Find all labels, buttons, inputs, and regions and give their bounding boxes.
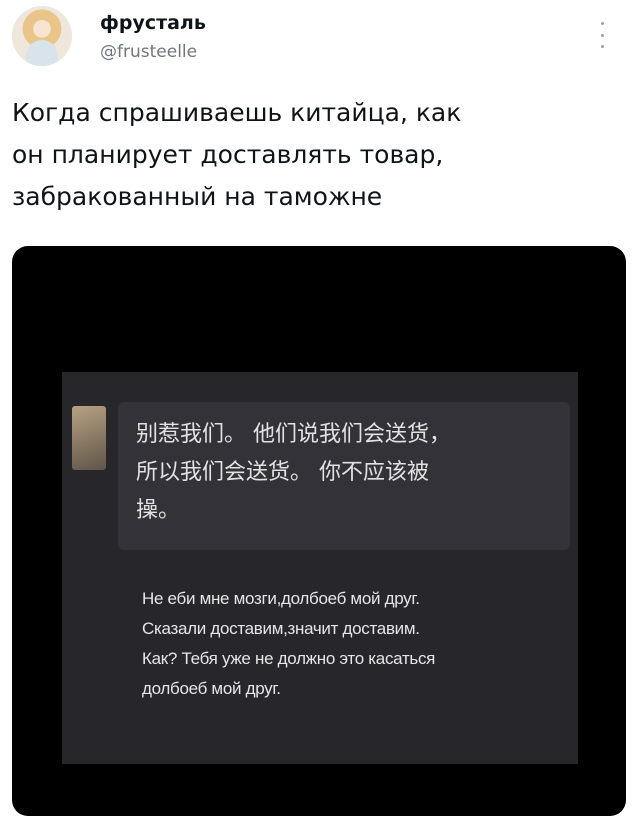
chinese-message: 别惹我们。 他们说我们会送货， 所以我们会送货。 你不应该被 操。: [136, 416, 451, 530]
chinese-message-line: 操。: [136, 498, 181, 523]
chinese-message-line: 别惹我们。 他们说我们会送货，: [136, 422, 451, 447]
chinese-message-line: 所以我们会送货。 你不应该被: [136, 460, 429, 485]
author-avatar[interactable]: [12, 6, 72, 66]
translation-line: Не еби мне мозги,долбоеб мой друг.: [142, 589, 420, 608]
tweet-text-line: Когда спрашиваешь китайца, как: [12, 98, 462, 127]
tweet-media[interactable]: 别惹我们。 他们说我们会送货， 所以我们会送货。 你不应该被 操。 Не еби…: [12, 246, 626, 816]
tweet-text-line: он планирует доставлять товар,: [12, 140, 444, 169]
tweet-text-line: забракованный на таможне: [12, 182, 383, 211]
chat-message-bubble: 别惹我们。 他们说我们会送货， 所以我们会送货。 你不应该被 操。: [118, 402, 570, 550]
more-options-icon[interactable]: [598, 22, 606, 48]
author-handle[interactable]: @frusteelle: [100, 42, 197, 62]
author-display-name[interactable]: фрусталь: [100, 12, 206, 34]
chat-screenshot: 别惹我们。 他们说我们会送货， 所以我们会送货。 你不应该被 操。 Не еби…: [62, 372, 578, 764]
translation-text: Не еби мне мозги,долбоеб мой друг. Сказа…: [142, 584, 435, 704]
tweet-text: Когда спрашиваешь китайца, как он планир…: [12, 92, 612, 218]
translation-line: Как? Тебя уже не должно это касаться: [142, 649, 436, 668]
chat-avatar: [72, 406, 106, 470]
translation-line: долбоеб мой друг.: [142, 679, 281, 698]
translation-line: Сказали доставим,значит доставим.: [142, 619, 420, 638]
